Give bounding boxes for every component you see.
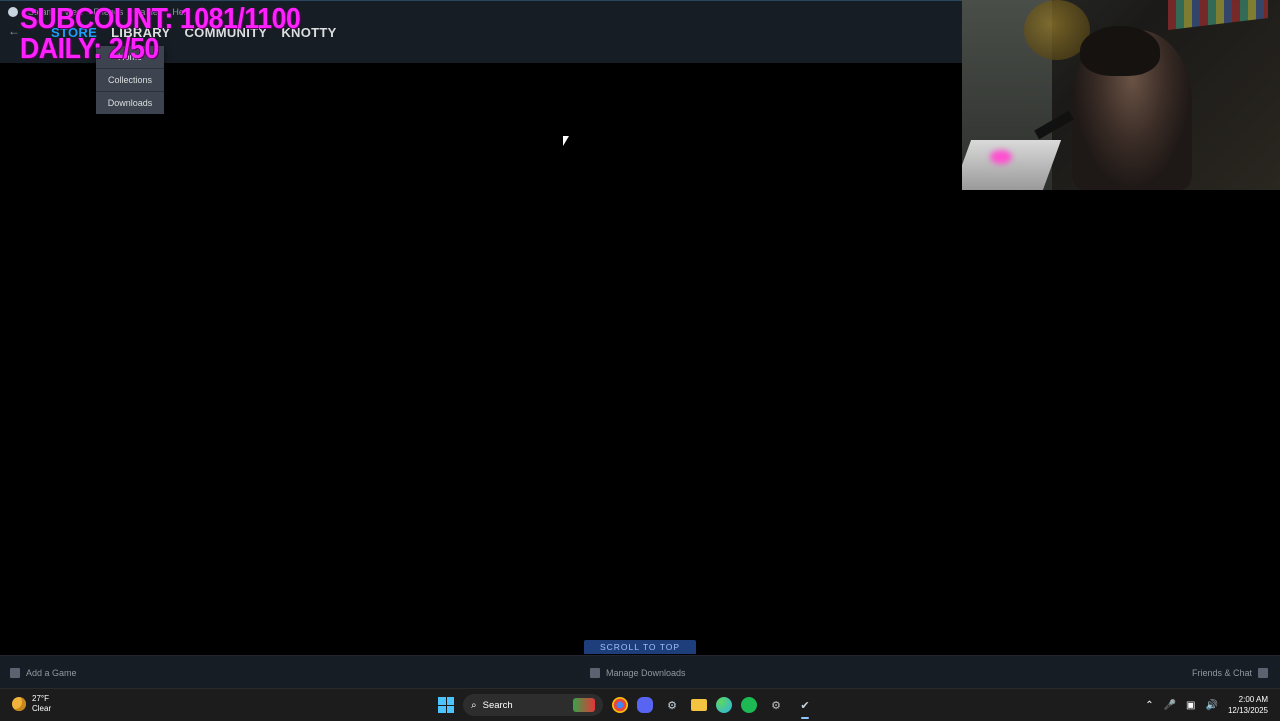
microphone-icon[interactable]: 🎤 <box>1164 700 1176 711</box>
chevron-up-icon[interactable]: ⌃ <box>1145 700 1153 711</box>
stream-overlay: SUBCOUNT: 1081/1100 DAILY: 2/50 <box>20 4 325 64</box>
network-icon[interactable]: ▣ <box>1186 700 1195 711</box>
nav-arrows: ← <box>8 25 20 37</box>
search-placeholder: Search <box>482 699 513 711</box>
add-game-label: Add a Game <box>26 667 77 678</box>
discord-icon[interactable] <box>637 697 653 713</box>
mouse-cursor-icon <box>563 136 569 146</box>
system-tray: ⌃ 🎤 ▣ 🔊 2:00 AM 12/13/2025 <box>1145 693 1268 717</box>
file-explorer-icon[interactable] <box>691 699 707 711</box>
dropdown-item-collections[interactable]: Collections <box>96 69 164 92</box>
weather-condition: Clear <box>32 704 52 713</box>
spotify-icon[interactable] <box>741 697 757 713</box>
manage-downloads-button[interactable]: Manage Downloads <box>590 656 686 689</box>
taskbar-apps: ⌕ Search ⚙ ⚙ ✔ <box>438 693 815 719</box>
search-icon: ⌕ <box>471 699 477 711</box>
add-game-button[interactable]: Add a Game <box>10 656 77 689</box>
taskbar-search[interactable]: ⌕ Search <box>463 694 603 716</box>
scroll-to-top-button[interactable]: SCROLL TO TOP <box>584 640 696 654</box>
daily-text: DAILY: 2/50 <box>20 33 159 65</box>
weather-widget[interactable]: 27°F Clear <box>12 694 51 714</box>
clock[interactable]: 2:00 AM 12/13/2025 <box>1228 694 1268 716</box>
dropdown-item-downloads[interactable]: Downloads <box>96 92 164 114</box>
windows-taskbar: 27°F Clear ⌕ Search ⚙ ⚙ ✔ ⌃ 🎤 ▣ 🔊 2:00 A… <box>0 688 1280 721</box>
steam-logo-icon[interactable] <box>8 7 18 17</box>
steam-bottom-bar: Add a Game Manage Downloads Friends & Ch… <box>0 655 1280 689</box>
friends-chat-button[interactable]: Friends & Chat <box>1192 656 1268 689</box>
settings-icon[interactable]: ⚙ <box>766 695 786 715</box>
edge-icon[interactable] <box>716 697 732 713</box>
moon-icon <box>12 697 26 711</box>
search-highlight-icon <box>573 698 595 712</box>
clock-date: 12/13/2025 <box>1227 706 1268 715</box>
download-icon <box>590 667 600 678</box>
windows-start-icon[interactable] <box>438 697 454 713</box>
steam-icon[interactable]: ⚙ <box>662 695 682 715</box>
manage-downloads-label: Manage Downloads <box>606 667 686 678</box>
webcam-feed <box>962 0 1280 190</box>
chat-icon <box>1258 667 1268 678</box>
volume-icon[interactable]: 🔊 <box>1206 700 1218 711</box>
plus-icon <box>10 667 20 678</box>
chrome-icon[interactable] <box>612 697 628 713</box>
friends-chat-label: Friends & Chat <box>1191 667 1252 678</box>
steam-active-icon[interactable]: ✔ <box>795 695 815 719</box>
subcount-text: SUBCOUNT: 1081/1100 <box>20 3 301 35</box>
back-arrow-icon[interactable]: ← <box>8 25 20 37</box>
weather-temp: 27°F <box>32 694 49 703</box>
clock-time: 2:00 AM <box>1238 695 1268 704</box>
